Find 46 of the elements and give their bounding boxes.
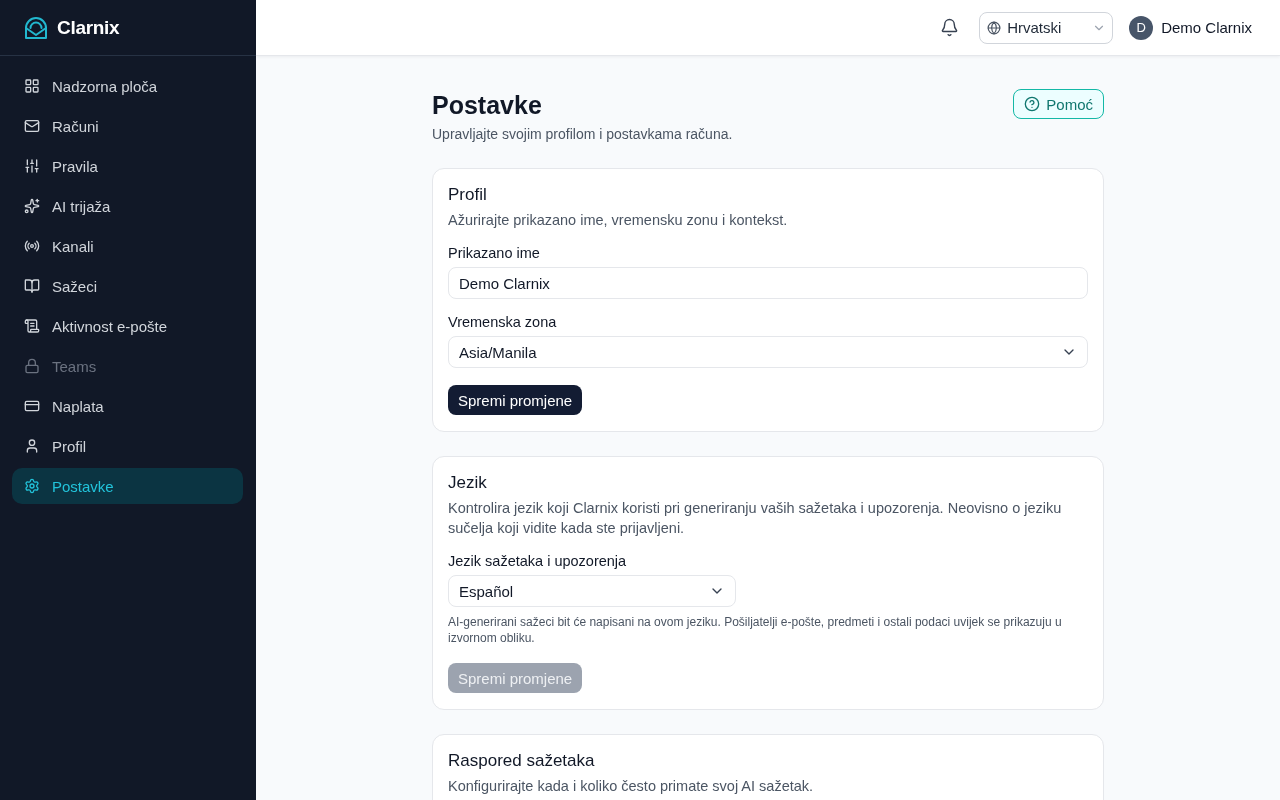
envelope-logo-icon: [24, 15, 48, 40]
save-button[interactable]: Spremi promjene: [448, 385, 583, 415]
field-label: Jezik sažetaka i upozorenja: [448, 552, 628, 571]
book-icon: [24, 278, 40, 294]
globe-icon: [987, 20, 1002, 35]
card-description: Kontrolira jezik koji Clarnix koristi pri generiranju vaših sažetaka i upozorenja. Neovisno o jeziku sučelja koji vidite kada ste prijavljeni.: [448, 499, 1063, 538]
language-select[interactable]: Hrvatski: [979, 11, 1114, 44]
nav-item[interactable]: Profil: [12, 428, 243, 464]
scroll-icon: [24, 318, 40, 334]
help-icon: [1024, 96, 1041, 112]
card-description: Konfigurirajte kada i koliko često primate svoj AI sažetak.: [448, 777, 815, 796]
grid-icon: [24, 78, 40, 94]
select-field[interactable]: Español: [448, 575, 736, 607]
nav-item[interactable]: Pravila: [12, 148, 243, 184]
field-hint: AI-generirani sažeci bit će napisani na ovom jeziku. Pošiljatelji e-pošte, predmeti i ostali podaci uvijek se prikazuju u izvornom obliku.: [448, 614, 1063, 646]
user-name[interactable]: Demo Clarnix: [1161, 19, 1252, 36]
nav-item[interactable]: Kanali: [12, 228, 243, 264]
nav-item[interactable]: Sažeci: [12, 268, 243, 304]
nav-item[interactable]: Postavke: [12, 468, 243, 504]
broadcast-icon: [24, 238, 40, 254]
help-button[interactable]: Pomoć: [1013, 89, 1104, 119]
credit-card-icon: [24, 398, 40, 414]
nav-item[interactable]: Naplata: [12, 388, 243, 424]
mail-icon: [24, 118, 40, 134]
user-icon: [24, 438, 40, 454]
page-subtitle: Upravljajte svojim profilom i postavkama računa.: [432, 125, 734, 144]
card-title: Profil: [448, 184, 488, 206]
lock-icon: [24, 358, 40, 374]
nav-item[interactable]: Računi: [12, 108, 243, 144]
nav-item[interactable]: Aktivnost e-pošte: [12, 308, 243, 344]
sliders-icon: [24, 158, 40, 174]
select-field[interactable]: Asia/Manila: [448, 336, 1088, 368]
card-title: Raspored sažetaka: [448, 750, 596, 772]
bell-icon[interactable]: [940, 18, 960, 37]
nav-item[interactable]: Nadzorna ploča: [12, 68, 243, 104]
field-label: Prikazano ime: [448, 244, 541, 263]
settings-icon: [24, 478, 40, 494]
text-field[interactable]: Demo Clarnix: [448, 267, 1088, 299]
nav-item[interactable]: AI trijaža: [12, 188, 243, 224]
card-title: Jezik: [448, 472, 488, 494]
page-title: Postavke: [432, 90, 542, 121]
field-label: Vremenska zona: [448, 313, 558, 332]
avatar[interactable]: D: [1129, 15, 1154, 40]
card-description: Ažurirajte prikazano ime, vremensku zonu i kontekst.: [448, 211, 789, 230]
brand-name: Clarnix: [57, 16, 120, 39]
sparkles-icon: [24, 198, 40, 214]
